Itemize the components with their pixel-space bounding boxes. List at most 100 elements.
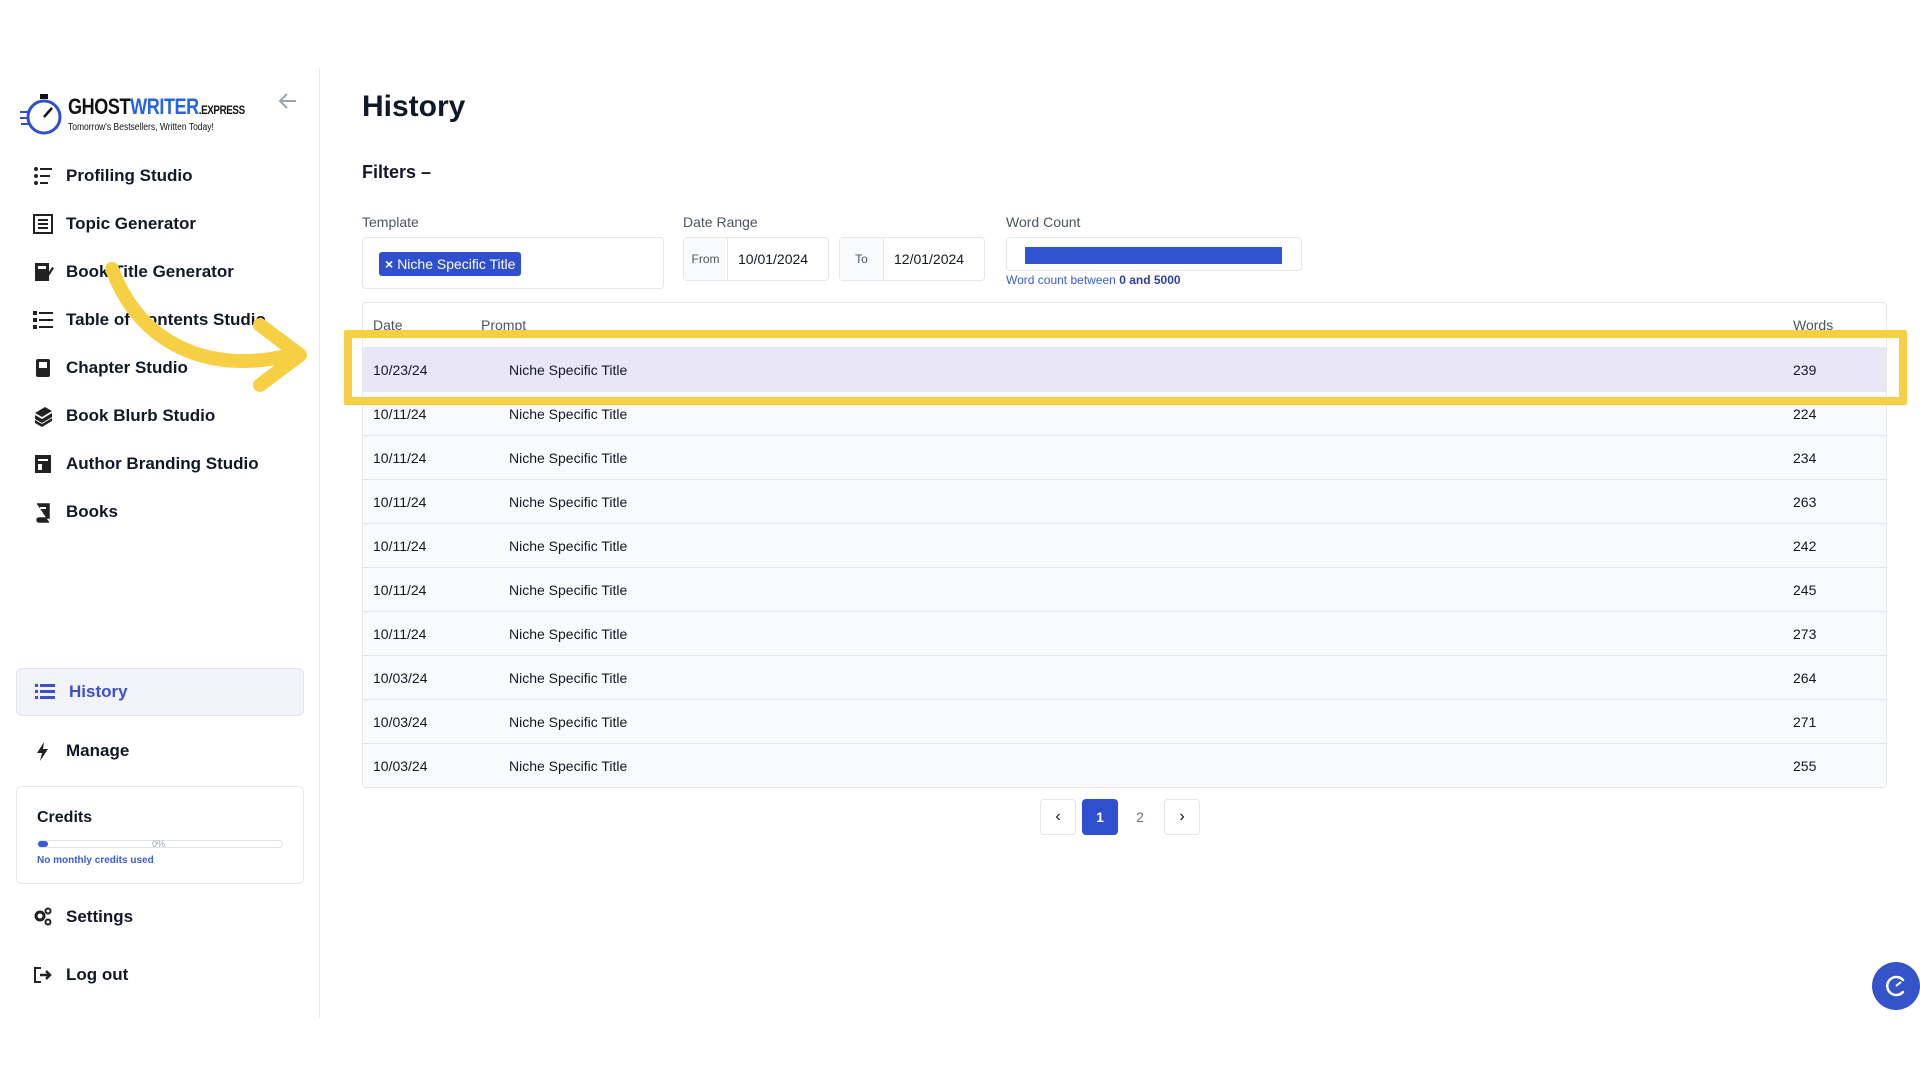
cell-date: 10/03/24 [373, 670, 428, 686]
cell-words: 264 [1793, 670, 1817, 686]
cell-prompt: Niche Specific Title [509, 714, 628, 730]
sidebar-item-profiling-studio[interactable]: Profiling Studio [30, 161, 193, 191]
brand-name-part1: GHOST [68, 94, 131, 119]
table-row[interactable]: 10/03/24 Niche Specific Title 271 [363, 699, 1886, 743]
date-from-value[interactable]: 10/01/2024 [728, 238, 828, 280]
pagination-prev-button[interactable]: ‹ [1040, 799, 1076, 835]
cell-words: 224 [1793, 406, 1817, 422]
table-row[interactable]: 10/03/24 Niche Specific Title 264 [363, 655, 1886, 699]
word-count-label: Word Count [1006, 214, 1081, 230]
brand-name-part2: WRITER [130, 94, 199, 119]
arrow-left-icon [278, 93, 296, 109]
books-icon [30, 499, 56, 525]
sidebar-item-book-blurb-studio[interactable]: Book Blurb Studio [30, 401, 215, 431]
brand-name-suffix: .EXPRESS [198, 103, 245, 117]
cell-prompt: Niche Specific Title [509, 494, 628, 510]
brand-name: GHOSTWRITER.EXPRESS [68, 94, 245, 120]
chat-icon [1886, 975, 1905, 997]
table-row[interactable]: 10/11/24 Niche Specific Title 224 [363, 391, 1886, 435]
sidebar-item-label: Topic Generator [66, 214, 197, 233]
logout-icon [30, 962, 56, 988]
collapse-sidebar-button[interactable] [276, 90, 300, 114]
table-row[interactable]: 10/11/24 Niche Specific Title 234 [363, 435, 1886, 479]
cell-words: 263 [1793, 494, 1817, 510]
blurb-icon [30, 403, 56, 429]
to-prefix: To [840, 238, 884, 280]
topic-icon [30, 211, 56, 237]
sidebar-item-label: Book Blurb Studio [66, 406, 216, 425]
column-header-prompt[interactable]: Prompt [481, 317, 526, 333]
pagination-page-2[interactable]: 2 [1122, 799, 1158, 835]
cell-date: 10/03/24 [373, 714, 428, 730]
word-count-range-fill[interactable] [1025, 247, 1282, 264]
cell-prompt: Niche Specific Title [509, 582, 628, 598]
template-chip[interactable]: × Niche Specific Title [379, 252, 522, 276]
template-chip-label: Niche Specific Title [397, 256, 516, 272]
word-count-note: Word count between 0 and 5000 [1006, 273, 1181, 287]
credits-progress-fill [38, 841, 48, 847]
sidebar-item-label: Author Branding Studio [66, 454, 259, 473]
cell-date: 10/11/24 [373, 626, 427, 642]
table-row[interactable]: 10/23/24 Niche Specific Title 239 [363, 347, 1886, 391]
cell-words: 239 [1793, 362, 1817, 378]
sidebar-item-table-of-contents-studio[interactable]: Table of Contents Studio [30, 305, 266, 335]
sidebar-item-books[interactable]: Books [30, 497, 118, 527]
cell-date: 10/11/24 [373, 494, 427, 510]
date-range-label: Date Range [683, 214, 758, 230]
gears-icon [30, 904, 56, 930]
stopwatch-logo-icon [20, 94, 62, 135]
table-row[interactable]: 10/11/24 Niche Specific Title 273 [363, 611, 1886, 655]
table-header: Date Prompt Words [363, 303, 1886, 347]
sidebar-item-label: Chapter Studio [66, 358, 188, 377]
sidebar-item-label: Settings [66, 907, 134, 926]
sidebar-item-author-branding-studio[interactable]: Author Branding Studio [30, 449, 259, 479]
word-count-slider[interactable] [1006, 237, 1302, 271]
sidebar: GHOSTWRITER.EXPRESS Tomorrow's Bestselle… [0, 68, 320, 1018]
word-count-note-prefix: Word count between [1006, 273, 1116, 287]
help-chat-button[interactable] [1872, 962, 1920, 1010]
sidebar-item-book-title-generator[interactable]: Book Title Generator [30, 257, 234, 287]
brand-tagline: Tomorrow's Bestsellers, Written Today! [68, 122, 214, 133]
history-table: Date Prompt Words 10/23/24 Niche Specific… [362, 302, 1887, 788]
date-to-value[interactable]: 12/01/2024 [884, 238, 984, 280]
template-select[interactable]: × Niche Specific Title [362, 237, 664, 289]
word-count-note-range: 0 and 5000 [1119, 273, 1181, 287]
cell-date: 10/11/24 [373, 406, 427, 422]
sidebar-item-settings[interactable]: Settings [30, 902, 133, 932]
chapter-icon [30, 355, 56, 381]
cell-prompt: Niche Specific Title [509, 362, 628, 378]
column-header-words[interactable]: Words [1793, 317, 1833, 333]
app-logo[interactable]: GHOSTWRITER.EXPRESS Tomorrow's Bestselle… [20, 88, 250, 144]
sidebar-item-label: Table of Contents Studio [66, 310, 266, 329]
cell-prompt: Niche Specific Title [509, 406, 628, 422]
sidebar-item-topic-generator[interactable]: Topic Generator [30, 209, 196, 239]
table-row[interactable]: 10/11/24 Niche Specific Title 263 [363, 479, 1886, 523]
date-to-field[interactable]: To 12/01/2024 [839, 237, 985, 281]
cell-words: 245 [1793, 582, 1817, 598]
table-row[interactable]: 10/03/24 Niche Specific Title 255 [363, 743, 1886, 787]
from-prefix: From [684, 238, 728, 280]
column-header-date[interactable]: Date [373, 317, 403, 333]
chip-remove-icon[interactable]: × [385, 256, 393, 272]
sidebar-item-manage[interactable]: Manage [30, 736, 129, 766]
sidebar-item-history[interactable]: History [16, 668, 304, 716]
credits-panel: Credits 0% No monthly credits used [16, 786, 304, 884]
toc-icon [30, 307, 56, 333]
credits-title: Credits [37, 809, 93, 826]
sidebar-item-chapter-studio[interactable]: Chapter Studio [30, 353, 188, 383]
pagination-next-button[interactable]: › [1164, 799, 1200, 835]
date-from-field[interactable]: From 10/01/2024 [683, 237, 829, 281]
filters-toggle[interactable]: Filters – [362, 162, 431, 183]
chevron-left-icon: ‹ [1055, 808, 1061, 825]
cell-words: 234 [1793, 450, 1817, 466]
book-title-icon [30, 259, 56, 285]
cell-prompt: Niche Specific Title [509, 758, 628, 774]
sidebar-item-label: Log out [66, 965, 129, 984]
cell-prompt: Niche Specific Title [509, 626, 628, 642]
cell-date: 10/11/24 [373, 582, 427, 598]
sidebar-item-logout[interactable]: Log out [30, 960, 128, 990]
pagination-page-1[interactable]: 1 [1082, 799, 1118, 835]
table-row[interactable]: 10/11/24 Niche Specific Title 242 [363, 523, 1886, 567]
profiling-icon [30, 163, 56, 189]
table-row[interactable]: 10/11/24 Niche Specific Title 245 [363, 567, 1886, 611]
